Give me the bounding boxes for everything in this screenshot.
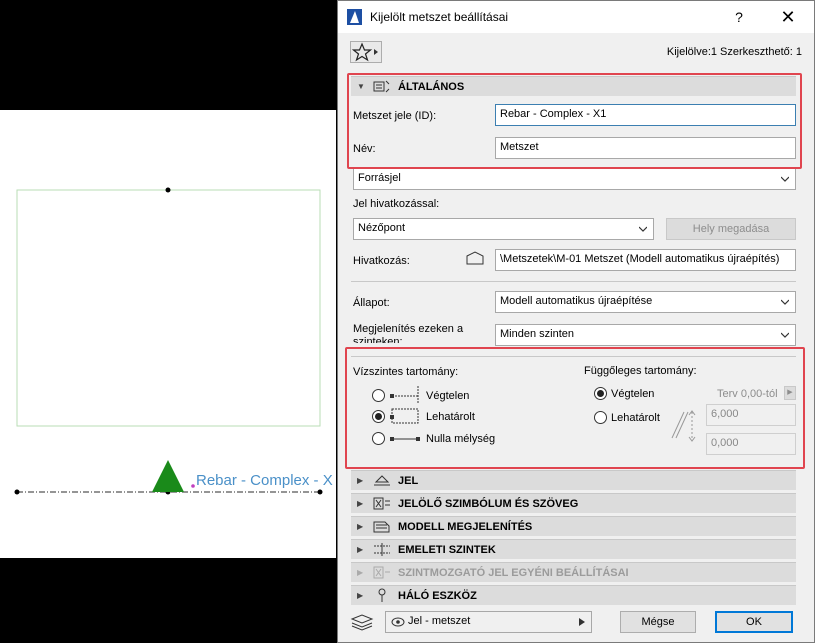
link-label: Hivatkozás: (353, 255, 410, 267)
link-field[interactable]: \Metszetek\M-01 Metszet (Modell automati… (495, 249, 796, 271)
from-level-label: Terv 0,00-tól (717, 388, 778, 400)
show-on-label: Megjelenítés ezeken a szinteken: (353, 323, 464, 343)
upper-limit-input[interactable]: 6,000 (706, 404, 796, 426)
expand-arrow-icon: ▶ (357, 568, 364, 577)
dialog-footer: Jel - metszet Mégse OK (338, 607, 814, 643)
show-on-select-value: Minden szinten (500, 328, 574, 340)
horizontal-limited-label[interactable]: Lehatárolt (426, 411, 475, 423)
ref-select-value: Nézőpont (358, 222, 406, 234)
section-general-header[interactable]: ▼ ÁLTALÁNOS (351, 76, 796, 96)
divider (351, 281, 796, 282)
horizontal-limited-icon (390, 408, 419, 424)
section-story-levels-header[interactable]: ▶ EMELETI SZINTEK (351, 539, 796, 559)
horizontal-infinite-icon (390, 386, 419, 404)
story-levels-icon (374, 543, 390, 556)
chevron-down-icon (781, 176, 789, 182)
section-marker-triangle (152, 460, 184, 492)
section-label: MODELL MEGJELENÍTÉS (398, 521, 533, 533)
layer-select-value: Jel - metszet (408, 615, 471, 627)
horizontal-zero-label[interactable]: Nulla mélység (426, 433, 495, 445)
expand-arrow-icon: ▶ (357, 545, 364, 554)
horizontal-infinite-label[interactable]: Végtelen (426, 390, 469, 402)
expand-arrow-icon: ▶ (357, 476, 364, 485)
vertical-infinite-label[interactable]: Végtelen (611, 388, 654, 400)
show-on-select[interactable]: Minden szinten (495, 324, 796, 346)
grid-tool-icon (378, 588, 386, 602)
plan-canvas[interactable]: Rebar - Complex - X (0, 110, 336, 558)
vertical-infinite-radio[interactable] (594, 387, 607, 400)
vertical-limit-icon (671, 410, 696, 442)
general-settings-icon (373, 80, 390, 93)
archicad-icon (347, 9, 362, 25)
vertical-range-title: Függőleges tartomány: (584, 365, 697, 377)
section-level-marker-header[interactable]: ▶ SZINTMOZGATÓ JEL EGYÉNI BEÁLLÍTÁSAI (351, 562, 796, 582)
layer-select[interactable]: Jel - metszet (385, 611, 592, 633)
range-node (165, 187, 171, 193)
ref-select[interactable]: Nézőpont (353, 218, 654, 240)
close-button[interactable]: ✕ (774, 5, 802, 29)
chevron-down-icon (639, 226, 647, 232)
horizontal-infinite-radio[interactable] (372, 389, 385, 402)
divider (351, 356, 796, 357)
dialog-title: Kijelölt metszet beállításai (370, 10, 509, 24)
name-label: Név: (353, 143, 376, 155)
section-marker-label: Rebar - Complex - X (196, 472, 333, 489)
section-grid-tool-header[interactable]: ▶ HÁLÓ ESZKÖZ (351, 585, 796, 605)
section-label: EMELETI SZINTEK (398, 544, 496, 556)
expand-arrow-icon: ▶ (357, 499, 364, 508)
source-select-value: Forrásjel (358, 172, 401, 184)
chevron-down-icon (781, 299, 789, 305)
section-model-display-header[interactable]: ▶ MODELL MEGJELENÍTÉS (351, 516, 796, 536)
section-range-box (16, 189, 321, 427)
horizontal-range-title: Vízszintes tartomány: (353, 366, 459, 378)
cancel-button[interactable]: Mégse (620, 611, 696, 633)
label-anchor (191, 484, 195, 488)
horizontal-zero-icon (390, 437, 420, 441)
favorites-button[interactable] (350, 41, 382, 63)
line-node-right (317, 489, 323, 495)
expand-arrow-icon: ▶ (357, 591, 364, 600)
chevron-right-icon (579, 618, 585, 626)
status-select-value: Modell automatikus újraépítése (500, 295, 653, 307)
model-display-icon (373, 521, 390, 533)
ok-button[interactable]: OK (715, 611, 793, 633)
source-select[interactable]: Forrásjel (353, 168, 796, 190)
layers-icon (350, 614, 374, 631)
lower-limit-input[interactable]: 0,000 (706, 433, 796, 455)
section-general-label: ÁLTALÁNOS (398, 81, 465, 93)
from-level-button[interactable]: ▶ (784, 386, 796, 400)
id-input[interactable]: Rebar - Complex - X1 (495, 104, 796, 126)
name-input[interactable]: Metszet (495, 137, 796, 159)
vertical-limited-label[interactable]: Lehatárolt (611, 412, 660, 424)
vertical-limited-radio[interactable] (594, 411, 607, 424)
collapse-arrow-icon: ▼ (357, 82, 365, 91)
horizontal-limited-radio[interactable] (372, 410, 385, 423)
status-select[interactable]: Modell automatikus újraépítése (495, 291, 796, 313)
chevron-down-icon (781, 332, 789, 338)
horizontal-zero-radio[interactable] (372, 432, 385, 445)
section-marker-header[interactable]: ▶ JEL (351, 470, 796, 490)
line-node-left (14, 489, 20, 495)
status-label: Állapot: (353, 297, 390, 309)
title-bar[interactable]: Kijelölt metszet beállításai ? ✕ (338, 1, 814, 33)
level-marker-icon (373, 566, 390, 579)
section-symbol-text-header[interactable]: ▶ JELÖLŐ SZIMBÓLUM ÉS SZÖVEG (351, 493, 796, 513)
help-button[interactable]: ? (728, 7, 750, 27)
expand-arrow-icon: ▶ (357, 522, 364, 531)
selection-info: Kijelölve:1 Szerkeszthető: 1 (666, 46, 802, 58)
section-label: HÁLÓ ESZKÖZ (398, 590, 477, 602)
symbol-text-icon (373, 497, 390, 510)
marker-icon (374, 475, 390, 486)
plan-drawing (14, 187, 323, 495)
section-label: JEL (398, 475, 419, 487)
section-label: JELÖLŐ SZIMBÓLUM ÉS SZÖVEG (398, 498, 579, 510)
section-label: SZINTMOZGATÓ JEL EGYÉNI BEÁLLÍTÁSAI (398, 567, 629, 579)
section-settings-dialog: Kijelölt metszet beállításai ? ✕ Kijelöl… (337, 0, 815, 643)
set-location-button[interactable]: Hely megadása (666, 218, 796, 240)
eye-icon (391, 617, 405, 627)
id-label: Metszet jele (ID): (353, 110, 437, 122)
view-link-icon[interactable] (466, 251, 484, 265)
star-icon (351, 42, 378, 62)
ref-label: Jel hivatkozással: (353, 198, 440, 210)
